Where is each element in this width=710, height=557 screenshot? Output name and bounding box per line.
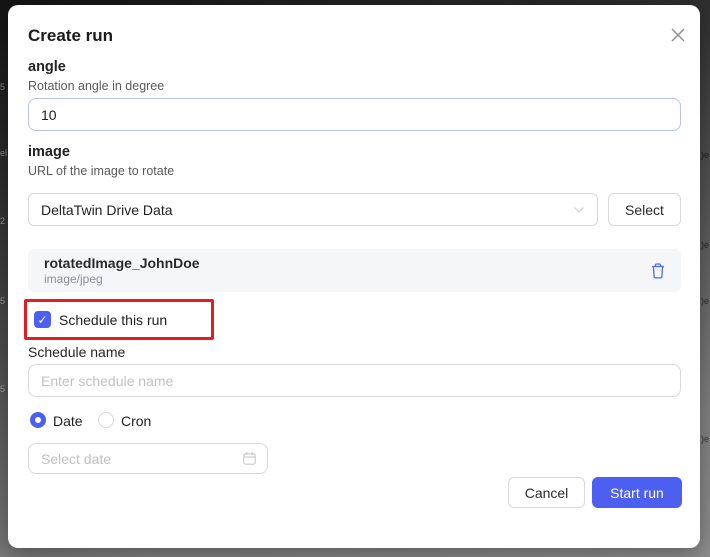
radio-date-label[interactable]: Date [53,413,83,429]
schedule-name-label: Schedule name [28,344,126,360]
image-label: image [28,144,70,160]
cancel-button[interactable]: Cancel [508,477,585,508]
file-mime-type: image/jpeg [44,272,103,286]
angle-hint: Rotation angle in degree [28,79,165,93]
backdrop-fragment: )e [701,240,710,250]
calendar-icon[interactable] [242,451,257,471]
backdrop-fragment: 5 [0,296,6,306]
date-input[interactable] [29,444,267,473]
close-button[interactable] [666,23,690,47]
date-picker-field [28,443,268,474]
start-run-button[interactable]: Start run [592,477,682,508]
radio-cron-label[interactable]: Cron [121,413,151,429]
close-icon [671,28,685,42]
backdrop-fragment: 5 [0,384,6,394]
chevron-down-icon [574,206,584,213]
screen-backdrop: 5 el 2 5 5 )e )e )e )e Create run angle … [0,0,710,557]
radio-date[interactable] [30,412,46,428]
checkmark-icon: ✓ [37,312,48,327]
schedule-checkbox[interactable]: ✓ [34,311,51,328]
selected-file-row: rotatedImage_JohnDoe image/jpeg [28,249,681,292]
trash-icon [652,262,664,279]
select-image-button[interactable]: Select [608,193,681,226]
backdrop-fragment: )e [701,296,710,306]
schedule-checkbox-label[interactable]: Schedule this run [59,312,167,328]
modal-title: Create run [28,26,114,45]
image-source-dropdown[interactable]: DeltaTwin Drive Data [28,193,598,226]
radio-cron[interactable] [98,412,114,428]
create-run-modal: Create run angle Rotation angle in degre… [8,5,700,548]
backdrop-fragment: 2 [0,216,6,226]
image-hint: URL of the image to rotate [28,164,175,178]
file-name: rotatedImage_JohnDoe [44,255,200,271]
backdrop-fragment: )e [701,434,710,444]
schedule-name-input[interactable] [28,364,681,397]
backdrop-fragment: )e [701,150,710,160]
angle-input[interactable] [28,98,681,131]
delete-file-button[interactable] [649,261,667,281]
backdrop-fragment: el [0,148,8,158]
file-meta: rotatedImage_JohnDoe image/jpeg [44,255,649,286]
dropdown-selected-value: DeltaTwin Drive Data [41,201,173,218]
angle-label: angle [28,59,66,75]
backdrop-fragment: 5 [0,82,6,92]
